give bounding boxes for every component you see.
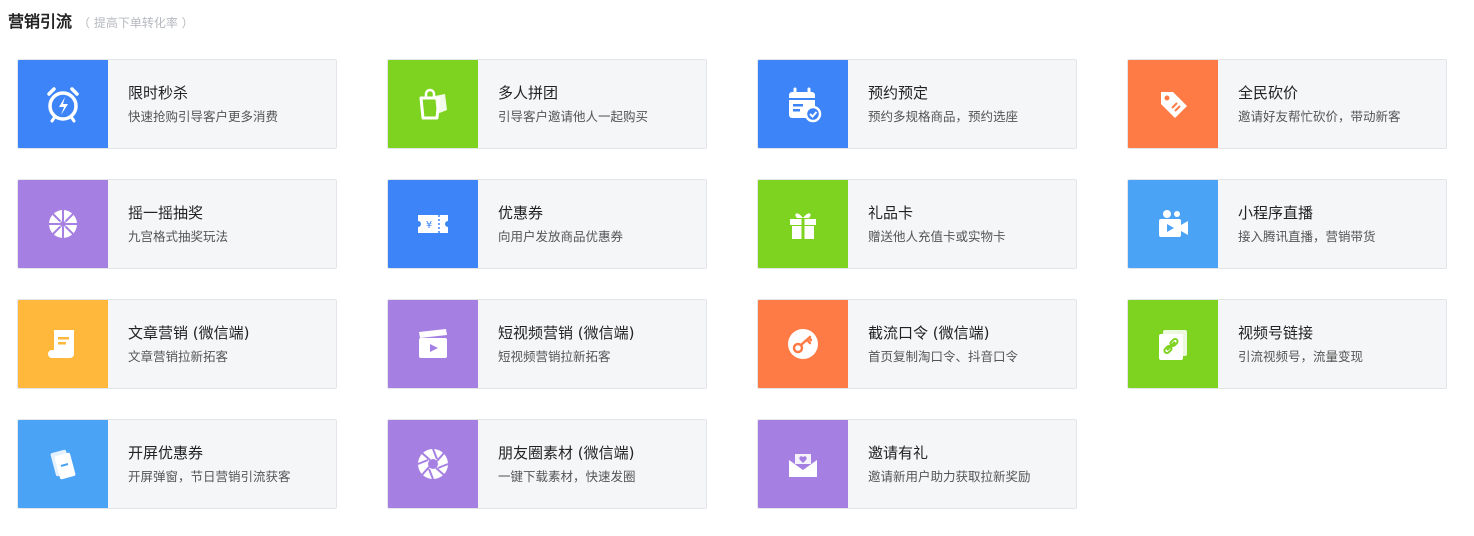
invite-envelope-icon — [758, 420, 848, 508]
feature-card-description: 赠送他人充值卡或实物卡 — [868, 228, 1006, 244]
feature-card[interactable]: 小程序直播接入腾讯直播，营销带货 — [1127, 179, 1447, 269]
feature-card-title: 小程序直播 — [1238, 203, 1314, 222]
feature-card-title: 限时秒杀 — [128, 83, 189, 102]
clapperboard-icon — [388, 300, 478, 388]
feature-card-text: 预约预定预约多规格商品，预约选座 — [848, 60, 1018, 148]
feature-card-text: 视频号链接引流视频号，流量变现 — [1218, 300, 1363, 388]
feature-card[interactable]: 截流口令 (微信端) 首页复制淘口令、抖音口令 — [757, 299, 1077, 389]
scroll-icon — [18, 300, 108, 388]
key-icon — [758, 300, 848, 388]
calendar-check-icon — [758, 60, 848, 148]
feature-card-text: 邀请有礼邀请新用户助力获取拉新奖励 — [848, 420, 1031, 508]
section-title: 营销引流 — [8, 12, 73, 31]
feature-card-title: 开屏优惠券 — [128, 443, 204, 462]
feature-card-text: 礼品卡赠送他人充值卡或实物卡 — [848, 180, 1006, 268]
feature-card-description: 引流视频号，流量变现 — [1238, 348, 1364, 364]
feature-card-title: 全民砍价 — [1238, 83, 1299, 102]
feature-card-description: 邀请好友帮忙砍价，带动新客 — [1238, 108, 1401, 124]
price-tag-icon — [1128, 60, 1218, 148]
alarm-clock-icon — [18, 60, 108, 148]
section-header: 营销引流 （ 提高下单转化率 ） — [8, 8, 194, 31]
link-icon — [1128, 300, 1218, 388]
feature-card-description: 引导客户邀请他人一起购买 — [498, 108, 649, 124]
feature-card-description: 接入腾讯直播，营销带货 — [1238, 228, 1376, 244]
feature-card-text: 限时秒杀快速抢购引导客户更多消费 — [108, 60, 278, 148]
feature-card-description: 一键下载素材，快速发圈 — [498, 468, 636, 484]
feature-card-text: 朋友圈素材 (微信端) 一键下载素材，快速发圈 — [478, 420, 636, 508]
feature-grid: 限时秒杀 快速抢购引导客户更多消费 多人拼团 引导客户邀请他人一起购买 预约预定 预约… — [17, 59, 1447, 509]
feature-card[interactable]: ¥ 优惠券向用户发放商品优惠券 — [387, 179, 707, 269]
section-subtitle: （ 提高下单转化率 ） — [78, 16, 194, 30]
feature-card-title: 截流口令 (微信端) — [868, 323, 990, 342]
feature-card-description: 首页复制淘口令、抖音口令 — [868, 348, 1019, 364]
feature-card[interactable]: 邀请有礼邀请新用户助力获取拉新奖励 — [757, 419, 1077, 509]
feature-card-description: 九宫格式抽奖玩法 — [128, 228, 229, 244]
shopping-bag-icon — [388, 60, 478, 148]
feature-card-text: 截流口令 (微信端) 首页复制淘口令、抖音口令 — [848, 300, 1018, 388]
feature-card-description: 预约多规格商品，预约选座 — [868, 108, 1019, 124]
feature-card-text: 全民砍价邀请好友帮忙砍价，带动新客 — [1218, 60, 1401, 148]
feature-card[interactable]: 预约预定预约多规格商品，预约选座 — [757, 59, 1077, 149]
feature-card-text: 摇一摇抽奖九宫格式抽奖玩法 — [108, 180, 228, 268]
feature-card[interactable]: 限时秒杀快速抢购引导客户更多消费 — [17, 59, 337, 149]
feature-card[interactable]: 开屏优惠券开屏弹窗，节日营销引流获客 — [17, 419, 337, 509]
gift-icon — [758, 180, 848, 268]
feature-card-description: 向用户发放商品优惠券 — [498, 228, 624, 244]
feature-card[interactable]: 全民砍价邀请好友帮忙砍价，带动新客 — [1127, 59, 1447, 149]
feature-card-text: 开屏优惠券开屏弹窗，节日营销引流获客 — [108, 420, 291, 508]
feature-card-description: 短视频营销拉新拓客 — [498, 348, 611, 364]
feature-card[interactable]: 礼品卡赠送他人充值卡或实物卡 — [757, 179, 1077, 269]
feature-card-title: 摇一摇抽奖 — [128, 203, 204, 222]
feature-card[interactable]: 短视频营销 (微信端) 短视频营销拉新拓客 — [387, 299, 707, 389]
coupon-icon: ¥ — [388, 180, 478, 268]
feature-card-title: 视频号链接 — [1238, 323, 1314, 342]
feature-card-description: 邀请新用户助力获取拉新奖励 — [868, 468, 1031, 484]
feature-card[interactable]: 摇一摇抽奖九宫格式抽奖玩法 — [17, 179, 337, 269]
feature-card-title: 优惠券 — [498, 203, 544, 222]
feature-card-title: 礼品卡 — [868, 203, 914, 222]
feature-card-title: 邀请有礼 — [868, 443, 929, 462]
video-camera-icon — [1128, 180, 1218, 268]
lottery-wheel-icon — [18, 180, 108, 268]
feature-card-title: 预约预定 — [868, 83, 929, 102]
ticket-cards-icon — [18, 420, 108, 508]
svg-text:¥: ¥ — [426, 220, 432, 231]
feature-card-title: 短视频营销 (微信端) — [498, 323, 635, 342]
feature-card-text: 小程序直播接入腾讯直播，营销带货 — [1218, 180, 1376, 268]
aperture-icon — [388, 420, 478, 508]
feature-card[interactable]: 视频号链接引流视频号，流量变现 — [1127, 299, 1447, 389]
feature-card-text: 优惠券向用户发放商品优惠券 — [478, 180, 623, 268]
feature-card-text: 多人拼团引导客户邀请他人一起购买 — [478, 60, 648, 148]
feature-card-title: 多人拼团 — [498, 83, 559, 102]
feature-card-description: 开屏弹窗，节日营销引流获客 — [128, 468, 291, 484]
feature-card-description: 快速抢购引导客户更多消费 — [128, 108, 279, 124]
feature-card[interactable]: 朋友圈素材 (微信端) 一键下载素材，快速发圈 — [387, 419, 707, 509]
feature-card-title: 朋友圈素材 (微信端) — [498, 443, 635, 462]
feature-card[interactable]: 文章营销 (微信端) 文章营销拉新拓客 — [17, 299, 337, 389]
feature-card-description: 文章营销拉新拓客 — [128, 348, 229, 364]
feature-card[interactable]: 多人拼团引导客户邀请他人一起购买 — [387, 59, 707, 149]
feature-card-text: 文章营销 (微信端) 文章营销拉新拓客 — [108, 300, 249, 388]
feature-card-title: 文章营销 (微信端) — [128, 323, 250, 342]
feature-card-text: 短视频营销 (微信端) 短视频营销拉新拓客 — [478, 300, 634, 388]
